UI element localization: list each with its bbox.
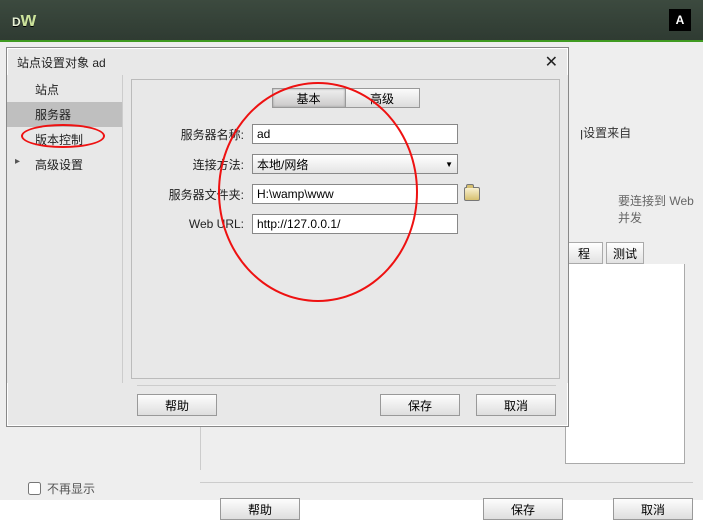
- bg-text-connect-web: 要连接到 Web 并发: [618, 192, 703, 226]
- label-server-name: 服务器名称:: [132, 126, 252, 143]
- outer-save-button[interactable]: 保存: [483, 498, 563, 520]
- inner-panel: 基本 高级 服务器名称: 连接方法: 本地/网络 ▼: [131, 79, 560, 379]
- close-icon[interactable]: ✕: [545, 55, 558, 71]
- column-header-test[interactable]: 测试: [606, 242, 644, 264]
- bg-text-settings-from: ן设置来自: [580, 124, 631, 141]
- dialog-cancel-button[interactable]: 取消: [476, 394, 556, 416]
- sidebar-item-advanced[interactable]: 高级设置: [7, 152, 122, 177]
- outer-help-button[interactable]: 帮助: [220, 498, 300, 520]
- outer-cancel-button[interactable]: 取消: [613, 498, 693, 520]
- dialog-help-button[interactable]: 帮助: [137, 394, 217, 416]
- folder-browse-icon[interactable]: [464, 187, 480, 201]
- input-server-name[interactable]: [252, 124, 458, 144]
- column-header-remote[interactable]: 程: [565, 242, 603, 264]
- tab-basic[interactable]: 基本: [272, 88, 346, 108]
- dialog-save-button[interactable]: 保存: [380, 394, 460, 416]
- site-setup-dialog: 站点设置对象 ad ✕ 站点 服务器 版本控制 高级设置 基本 高级 服务器名称…: [6, 47, 569, 427]
- app-header: Dw A: [0, 0, 703, 40]
- label-connection: 连接方法:: [132, 156, 252, 173]
- tab-advanced[interactable]: 高级: [346, 88, 420, 108]
- select-connection-value: 本地/网络: [257, 156, 308, 173]
- input-web-url[interactable]: [252, 214, 458, 234]
- chevron-down-icon: ▼: [445, 160, 453, 169]
- dialog-title: 站点设置对象 ad: [17, 54, 106, 71]
- no-show-checkbox-row[interactable]: 不再显示: [28, 480, 95, 497]
- no-show-label: 不再显示: [47, 480, 95, 497]
- dialog-titlebar: 站点设置对象 ad ✕: [7, 48, 568, 75]
- no-show-checkbox[interactable]: [28, 482, 41, 495]
- label-web-url: Web URL:: [132, 217, 252, 231]
- select-connection[interactable]: 本地/网络 ▼: [252, 154, 458, 174]
- sidebar-item-site[interactable]: 站点: [7, 77, 122, 102]
- dialog-form-area: 基本 高级 服务器名称: 连接方法: 本地/网络 ▼: [123, 75, 568, 383]
- label-server-folder: 服务器文件夹:: [132, 186, 252, 203]
- sidebar-item-server[interactable]: 服务器: [7, 102, 122, 127]
- dialog-sidebar: 站点 服务器 版本控制 高级设置: [7, 75, 123, 383]
- sidebar-item-version[interactable]: 版本控制: [7, 127, 122, 152]
- app-logo: Dw: [12, 10, 36, 30]
- adobe-icon: A: [669, 9, 691, 31]
- input-server-folder[interactable]: [252, 184, 458, 204]
- server-list-area: [565, 264, 685, 464]
